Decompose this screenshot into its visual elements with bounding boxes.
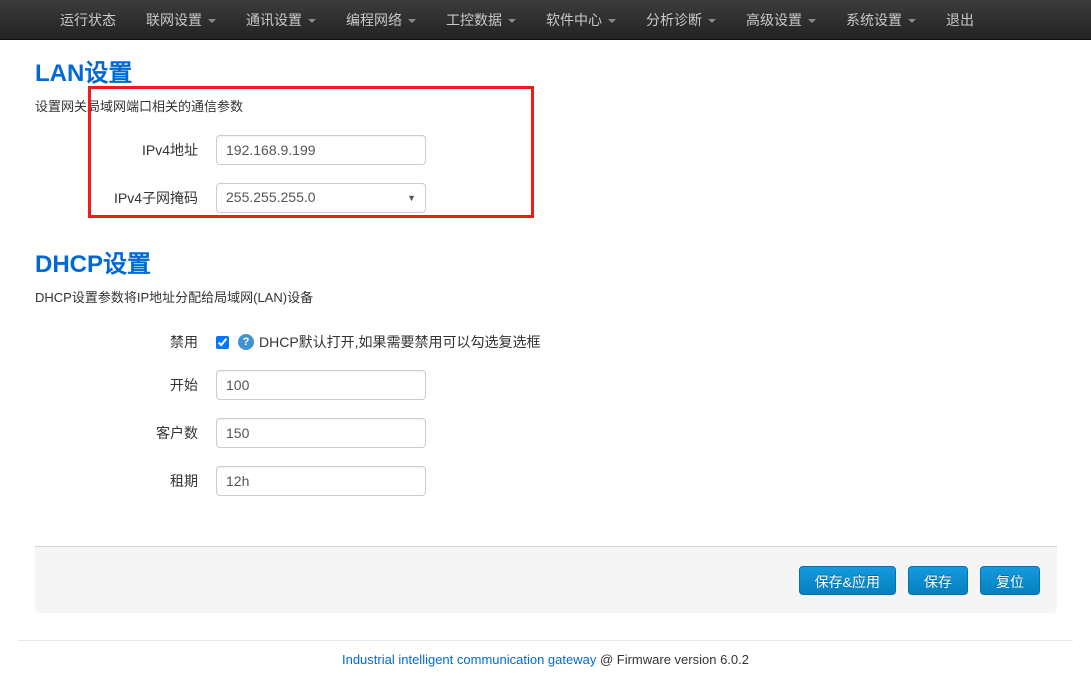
dhcp-lease-row: 租期 (35, 466, 1056, 496)
page-actions-bar: 保存&应用 保存 复位 (35, 546, 1057, 613)
nav-item-logout[interactable]: 退出 (931, 0, 989, 40)
dhcp-start-label: 开始 (35, 375, 216, 395)
dhcp-section-description: DHCP设置参数将IP地址分配给局域网(LAN)设备 (35, 287, 1056, 306)
nav-item-label: 工控数据 (446, 10, 502, 30)
ipv4-address-input[interactable] (216, 135, 426, 165)
chevron-down-icon (808, 19, 816, 23)
nav-item-label: 运行状态 (60, 10, 116, 30)
dhcp-start-input[interactable] (216, 370, 426, 400)
lan-settings-section: LAN设置 设置网关局域网端口相关的通信参数 IPv4地址 IPv4子网掩码 2… (35, 61, 1056, 213)
nav-item-label: 通讯设置 (246, 10, 302, 30)
nav-item-label: 系统设置 (846, 10, 902, 30)
chevron-down-icon (608, 19, 616, 23)
chevron-down-icon (308, 19, 316, 23)
footer-firmware-text: @ Firmware version 6.0.2 (600, 652, 749, 667)
chevron-down-icon (408, 19, 416, 23)
reset-button[interactable]: 复位 (980, 566, 1040, 595)
dhcp-lease-input[interactable] (216, 466, 426, 496)
footer-divider (18, 640, 1073, 641)
lan-section-title: LAN设置 (35, 61, 1056, 87)
nav-item-label: 联网设置 (146, 10, 202, 30)
dhcp-section-title: DHCP设置 (35, 252, 1056, 278)
subnet-mask-label: IPv4子网掩码 (35, 188, 216, 208)
page-footer: Industrial intelligent communication gat… (0, 652, 1091, 667)
dhcp-disable-checkbox[interactable] (216, 336, 229, 349)
subnet-mask-select[interactable]: 255.255.255.0 (216, 183, 426, 213)
nav-item-label: 软件中心 (546, 10, 602, 30)
nav-item-label: 编程网络 (346, 10, 402, 30)
chevron-down-icon (508, 19, 516, 23)
dhcp-disable-label: 禁用 (35, 332, 216, 352)
nav-item-software-center[interactable]: 软件中心 (531, 0, 631, 40)
dhcp-settings-section: DHCP设置 DHCP设置参数将IP地址分配给局域网(LAN)设备 禁用 ? D… (35, 252, 1056, 496)
save-apply-button[interactable]: 保存&应用 (799, 566, 896, 595)
nav-item-programming-network[interactable]: 编程网络 (331, 0, 431, 40)
nav-item-label: 分析诊断 (646, 10, 702, 30)
dhcp-lease-label: 租期 (35, 471, 216, 491)
save-button[interactable]: 保存 (908, 566, 968, 595)
subnet-mask-row: IPv4子网掩码 255.255.255.0 (35, 183, 1056, 213)
nav-item-system-settings[interactable]: 系统设置 (831, 0, 931, 40)
nav-item-communication-settings[interactable]: 通讯设置 (231, 0, 331, 40)
footer-gateway-link[interactable]: Industrial intelligent communication gat… (342, 652, 596, 667)
main-content: LAN设置 设置网关局域网端口相关的通信参数 IPv4地址 IPv4子网掩码 2… (0, 61, 1091, 496)
subnet-mask-selected-value: 255.255.255.0 (226, 189, 316, 205)
ipv4-address-row: IPv4地址 (35, 135, 1056, 165)
nav-item-network-settings[interactable]: 联网设置 (131, 0, 231, 40)
dhcp-clients-label: 客户数 (35, 423, 216, 443)
nav-item-analysis-diagnosis[interactable]: 分析诊断 (631, 0, 731, 40)
chevron-down-icon (208, 19, 216, 23)
top-navbar: 运行状态 联网设置 通讯设置 编程网络 工控数据 软件中心 分析诊断 高级设置 … (0, 0, 1091, 40)
nav-item-industrial-data[interactable]: 工控数据 (431, 0, 531, 40)
dhcp-disable-hint: DHCP默认打开,如果需要禁用可以勾选复选框 (259, 332, 541, 352)
nav-item-advanced-settings[interactable]: 高级设置 (731, 0, 831, 40)
nav-item-label: 高级设置 (746, 10, 802, 30)
help-icon[interactable]: ? (238, 334, 254, 350)
dhcp-clients-input[interactable] (216, 418, 426, 448)
lan-section-description: 设置网关局域网端口相关的通信参数 (35, 96, 1056, 115)
dhcp-start-row: 开始 (35, 370, 1056, 400)
chevron-down-icon (708, 19, 716, 23)
chevron-down-icon (908, 19, 916, 23)
nav-item-run-status[interactable]: 运行状态 (45, 0, 131, 40)
dhcp-clients-row: 客户数 (35, 418, 1056, 448)
dhcp-disable-row: 禁用 ? DHCP默认打开,如果需要禁用可以勾选复选框 (35, 332, 1056, 352)
ipv4-address-label: IPv4地址 (35, 140, 216, 160)
nav-item-label: 退出 (946, 10, 974, 30)
